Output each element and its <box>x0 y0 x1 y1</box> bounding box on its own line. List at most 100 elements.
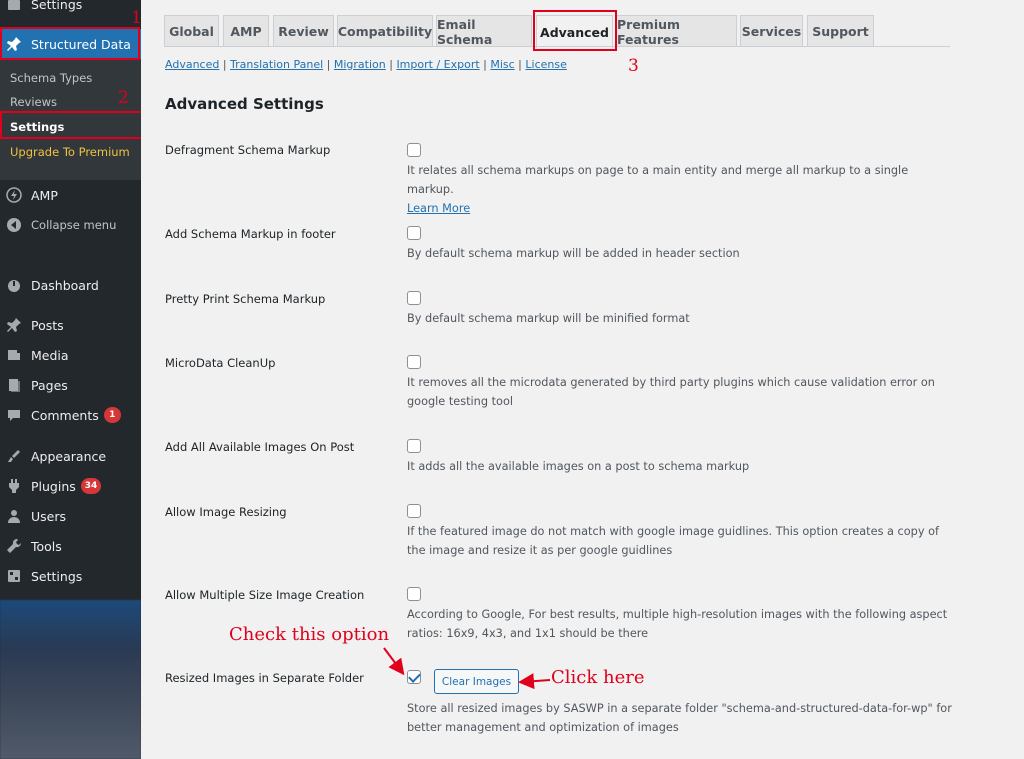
blurred-region <box>0 600 141 759</box>
separator: | <box>323 58 334 71</box>
user-icon <box>6 508 22 524</box>
sidebar-item-posts[interactable]: Posts <box>0 310 141 340</box>
sidebar-item-comments[interactable]: Comments 1 <box>0 400 141 430</box>
separator: | <box>219 58 231 71</box>
setting-description: If the featured image do not match with … <box>407 522 952 560</box>
description-text: By default schema markup will be added i… <box>407 247 740 260</box>
sidebar-item-label: Plugins <box>31 478 76 494</box>
clear-images-button[interactable]: Clear Images <box>434 669 519 694</box>
pin-icon <box>6 36 22 52</box>
setting-checkbox[interactable] <box>407 226 421 240</box>
submenu-label: Settings <box>10 120 65 134</box>
description-text: If the featured image do not match with … <box>407 525 940 557</box>
submenu-settings[interactable]: Settings <box>0 115 141 139</box>
admin-sidebar: Settings Structured Data Schema Types Re… <box>0 0 143 759</box>
separator: | <box>385 58 397 71</box>
tab-compatibility[interactable]: Compatibility <box>337 15 433 47</box>
tab-support[interactable]: Support <box>807 15 874 47</box>
sidebar-item-label: Posts <box>31 317 64 333</box>
sublink-misc[interactable]: Misc <box>490 58 514 71</box>
sidebar-item-label: Media <box>31 347 69 363</box>
page-title: Advanced Settings <box>165 95 324 113</box>
comment-icon <box>6 407 22 423</box>
submenu-label: Upgrade To Premium <box>10 145 130 159</box>
tab-review[interactable]: Review <box>273 15 334 47</box>
sublink-advanced[interactable]: Advanced <box>165 58 219 71</box>
collapse-menu[interactable]: Collapse menu <box>0 210 141 240</box>
tab-services[interactable]: Services <box>740 15 803 47</box>
sidebar-item-label: Appearance <box>31 448 107 464</box>
sidebar-item-pages[interactable]: Pages <box>0 370 141 400</box>
sidebar-item-media[interactable]: Media <box>0 340 141 370</box>
submenu-label: Reviews <box>10 95 58 109</box>
description-text: It adds all the available images on a po… <box>407 460 750 473</box>
setting-label: MicroData CleanUp <box>165 356 276 370</box>
sublink-translation-panel[interactable]: Translation Panel <box>230 58 323 71</box>
pin-icon <box>6 317 22 333</box>
tab-email-schema[interactable]: Email Schema <box>436 15 532 47</box>
sidebar-item-structured-data[interactable]: Structured Data <box>0 29 141 59</box>
tab-global[interactable]: Global <box>164 15 219 47</box>
sublinks-bar: Advanced | Translation Panel | Migration… <box>165 58 567 71</box>
sidebar-item-tools[interactable]: Tools <box>0 531 141 561</box>
plugin-icon <box>6 478 22 494</box>
setting-description: Store all resized images by SASWP in a s… <box>407 699 952 737</box>
setting-label: Allow Multiple Size Image Creation <box>165 588 365 602</box>
sublink-import-export[interactable]: Import / Export <box>396 58 479 71</box>
setting-label: Add Schema Markup in footer <box>165 227 336 241</box>
sidebar-item-settings[interactable]: Settings <box>0 561 141 591</box>
tab-premium-features[interactable]: Premium Features <box>616 15 737 47</box>
wrench-icon <box>6 538 22 554</box>
media-icon <box>6 347 22 363</box>
count-badge: 1 <box>103 407 121 423</box>
sidebar-item-label: AMP <box>31 187 58 203</box>
setting-checkbox[interactable] <box>407 587 421 601</box>
submenu-label: Schema Types <box>10 71 93 85</box>
brush-icon <box>6 448 22 464</box>
sublink-license[interactable]: License <box>525 58 566 71</box>
settings-icon <box>6 568 22 584</box>
setting-checkbox[interactable] <box>407 439 421 453</box>
sidebar-item-label: Users <box>31 508 67 524</box>
setting-label: Allow Image Resizing <box>165 505 287 519</box>
collapse-icon <box>6 217 22 233</box>
sidebar-item-label: Pages <box>31 377 68 393</box>
setting-description: It adds all the available images on a po… <box>407 457 952 476</box>
setting-checkbox[interactable] <box>407 670 421 684</box>
pages-icon <box>6 377 22 393</box>
setting-label: Pretty Print Schema Markup <box>165 292 326 306</box>
sidebar-item-label: Tools <box>31 538 62 554</box>
sidebar-item-dashboard[interactable]: Dashboard <box>0 270 141 300</box>
sidebar-item-appearance[interactable]: Appearance <box>0 441 141 471</box>
amp-icon <box>6 187 22 203</box>
sidebar-item-users[interactable]: Users <box>0 501 141 531</box>
setting-label: Defragment Schema Markup <box>165 143 331 157</box>
sidebar-item-label: Dashboard <box>31 277 99 293</box>
sublink-migration[interactable]: Migration <box>334 58 386 71</box>
settings-icon <box>6 0 22 12</box>
tab-amp[interactable]: AMP <box>223 15 269 47</box>
sidebar-item-label: Collapse menu <box>31 218 117 232</box>
annotation-number-3: 3 <box>628 56 639 76</box>
description-text: Store all resized images by SASWP in a s… <box>407 702 952 734</box>
annotation-click-here: Click here <box>551 667 645 688</box>
sidebar-item-settings-top[interactable]: Settings <box>0 0 141 18</box>
setting-checkbox[interactable] <box>407 504 421 518</box>
setting-description: It removes all the microdata generated b… <box>407 373 952 411</box>
setting-label: Add All Available Images On Post <box>165 440 355 454</box>
count-badge: 34 <box>80 478 102 494</box>
learn-more-link[interactable]: Learn More <box>407 202 470 215</box>
setting-description: By default schema markup will be added i… <box>407 244 952 263</box>
setting-checkbox[interactable] <box>407 143 421 157</box>
sidebar-item-plugins[interactable]: Plugins 34 <box>0 471 141 501</box>
sidebar-item-amp[interactable]: AMP <box>0 180 141 210</box>
submenu-upgrade[interactable]: Upgrade To Premium <box>0 140 141 164</box>
submenu-schema-types[interactable]: Schema Types <box>0 66 141 90</box>
annotation-check-option: Check this option <box>229 624 390 645</box>
tab-advanced[interactable]: Advanced <box>536 15 613 48</box>
setting-checkbox[interactable] <box>407 355 421 369</box>
setting-checkbox[interactable] <box>407 291 421 305</box>
sidebar-item-label: Comments <box>31 407 99 423</box>
separator: | <box>514 58 526 71</box>
sidebar-item-label: Settings <box>31 568 83 584</box>
